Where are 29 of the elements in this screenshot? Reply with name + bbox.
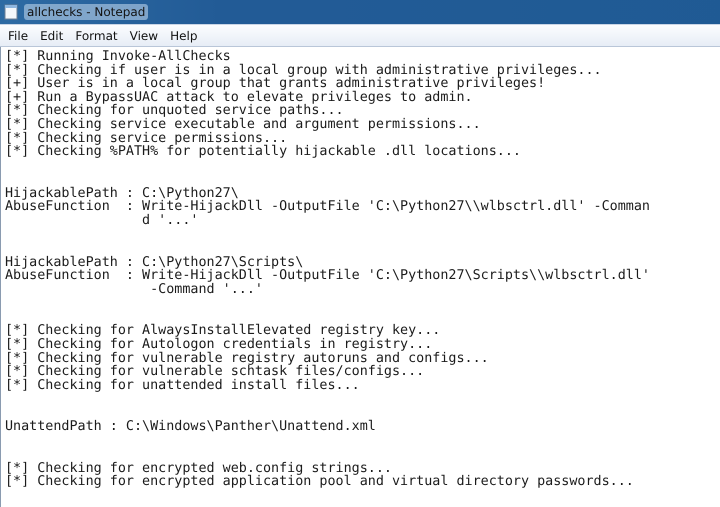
text-line: AbuseFunction : Write-HijackDll -OutputFile 'C:\Python27\\wlbsctrl.dll' -Comman [5,200,651,214]
text-line: [*] Checking if user is in a local group with administrative privileges... [5,64,603,78]
text-line: [*] Checking for Autologon credentials in registry... [5,338,432,352]
text-line: [*] Checking for encrypted web.config strings... [5,462,392,476]
menu-item[interactable]: View [124,26,164,44]
text-line: [*] Checking %PATH% for potentially hijackable .dll locations... [5,145,522,159]
text-line: HijackablePath : C:\Python27\Scripts\ [5,256,304,270]
text-line: [*] Running Invoke-AllChecks [5,50,232,64]
menu-item[interactable]: Format [69,26,124,44]
text-line: [*] Checking for vulnerable schtask files/configs... [5,365,424,379]
text-line: UnattendPath : C:\Windows\Panther\Unattend.xml [5,420,377,434]
text-line: -Command '...' [150,282,264,296]
text-line: [+] User is in a local group that grants administrative privileges! [5,77,546,91]
menu-item[interactable]: Edit [34,26,70,44]
text-line: [*] Checking service permissions... [5,132,288,146]
text-line: [*] Checking for unquoted service paths... [5,104,344,118]
text-line: [*] Checking for unattended install files... [5,378,360,392]
text-line: d '...' [141,214,198,228]
text-line: [+] Run a BypassUAC attack to elevate privileges to admin. [5,90,473,104]
text-line: HijackablePath : C:\Python27\ [5,186,239,200]
text-line: [*] Checking service executable and argument permissions... [5,118,482,132]
menu-item[interactable]: File [2,26,34,44]
menu-item[interactable]: Help [164,26,204,44]
notepad-icon [4,4,18,20]
text-line: [*] Checking for AlwaysInstallElevated registry key... [5,324,442,338]
text-line: AbuseFunction : Write-HijackDll -OutputFile 'C:\Python27\Scripts\\wlbsctrl.dll' [5,269,651,283]
text-line: [*] Checking for encrypted application pool and virtual directory passwords... [5,475,635,490]
window-title: allchecks - Notepad [24,4,148,20]
text-line: [*] Checking for vulnerable registry autoruns and configs... [5,352,490,366]
